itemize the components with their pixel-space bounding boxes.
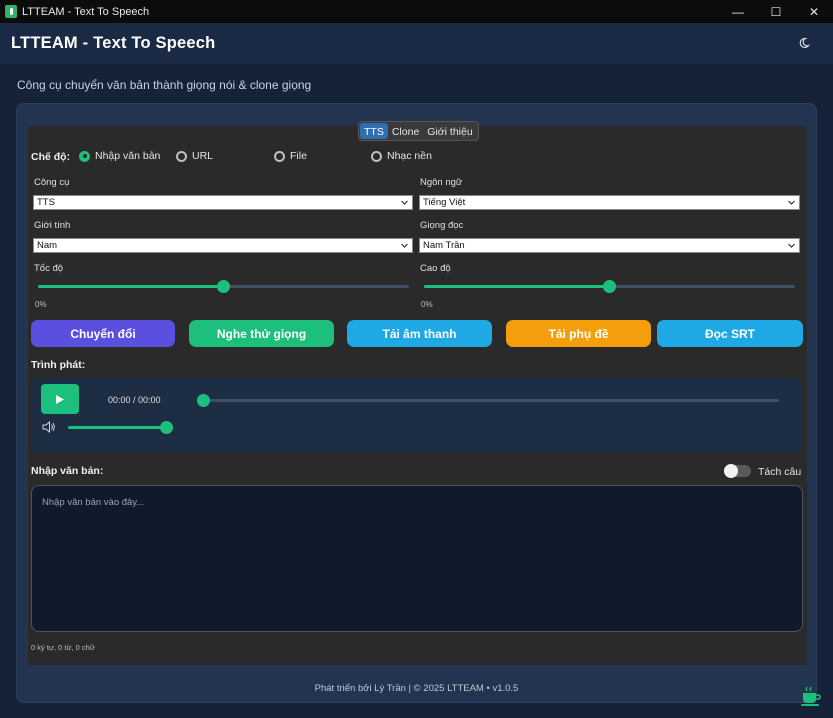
slider-thumb[interactable] xyxy=(603,280,616,293)
download-audio-button[interactable]: Tải âm thanh xyxy=(347,320,492,347)
mode-selector: Chế độ: Nhập văn bản URL File Nhạc nền xyxy=(31,150,791,164)
play-icon xyxy=(56,394,64,404)
radio-unchecked-icon xyxy=(371,150,382,162)
gender-value: Nam xyxy=(37,240,58,251)
mode-option-label: Nhạc nền xyxy=(387,150,432,162)
footer-credits: Phát triển bởi Lý Trần | © 2025 LTTEAM •… xyxy=(314,683,519,694)
moon-icon[interactable] xyxy=(797,36,811,50)
mode-label: Chế độ: xyxy=(31,151,71,163)
tab-tts[interactable]: TTS xyxy=(360,123,388,139)
app-header: LTTEAM - Text To Speech xyxy=(0,23,833,64)
coffee-cup-icon[interactable] xyxy=(800,685,822,707)
slider-thumb[interactable] xyxy=(160,421,173,434)
mode-radio-music[interactable]: Nhạc nền xyxy=(371,150,432,162)
window-title-bar: LTTEAM - Text To Speech — ☐ ✕ xyxy=(0,0,833,23)
tool-value: TTS xyxy=(37,197,55,208)
voice-select[interactable]: Nam Trần xyxy=(419,238,800,253)
read-srt-button[interactable]: Đọc SRT xyxy=(657,320,803,347)
chevron-down-icon xyxy=(401,243,408,248)
tab-bar: TTS Clone Giới thiệu xyxy=(358,121,479,141)
slider-fill xyxy=(38,285,224,288)
close-button[interactable]: ✕ xyxy=(795,0,833,23)
app-subtitle: Công cụ chuyển văn bản thành giọng nói &… xyxy=(17,78,312,92)
slider-fill xyxy=(424,285,610,288)
speed-label: Tốc độ xyxy=(34,263,64,274)
app-title: LTTEAM - Text To Speech xyxy=(11,34,216,52)
speed-value: 0% xyxy=(35,300,47,309)
speaker-icon[interactable] xyxy=(42,421,56,433)
chevron-down-icon xyxy=(788,200,795,205)
download-subtitle-button[interactable]: Tải phụ đề xyxy=(506,320,651,347)
chevron-down-icon xyxy=(401,200,408,205)
mode-radio-url[interactable]: URL xyxy=(176,150,213,162)
pitch-label: Cao độ xyxy=(420,263,451,274)
toggle-knob xyxy=(724,464,738,478)
slider-thumb[interactable] xyxy=(197,394,210,407)
player-label: Trình phát: xyxy=(31,359,86,371)
window-title: LTTEAM - Text To Speech xyxy=(22,5,150,18)
split-sentences-toggle[interactable] xyxy=(724,464,751,478)
radio-unchecked-icon xyxy=(274,150,285,162)
voice-label: Giọng đọc xyxy=(420,220,464,231)
app-microphone-icon xyxy=(5,5,17,18)
pitch-slider[interactable] xyxy=(424,280,795,293)
pitch-value: 0% xyxy=(421,300,433,309)
minimize-button[interactable]: — xyxy=(719,0,757,23)
radio-unchecked-icon xyxy=(176,150,187,162)
convert-button[interactable]: Chuyển đổi xyxy=(31,320,175,347)
window-controls: — ☐ ✕ xyxy=(719,0,833,23)
audio-player: 00:00 / 00:00 xyxy=(31,378,802,453)
play-button[interactable] xyxy=(41,384,79,414)
mode-option-label: Nhập văn bản xyxy=(95,150,161,162)
tool-select[interactable]: TTS xyxy=(33,195,413,210)
language-label: Ngôn ngữ xyxy=(420,177,463,188)
mode-radio-text[interactable]: Nhập văn bản xyxy=(79,150,160,162)
character-counter: 0 ký tự, 0 từ, 0 chữ xyxy=(31,643,95,652)
tab-clone[interactable]: Clone xyxy=(388,123,423,139)
gender-select[interactable]: Nam xyxy=(33,238,413,253)
slider-fill xyxy=(68,426,167,429)
tool-label: Công cụ xyxy=(34,177,70,188)
slider-thumb[interactable] xyxy=(217,280,230,293)
mode-option-label: URL xyxy=(192,150,214,162)
gender-label: Giới tính xyxy=(34,220,71,231)
split-sentences-label: Tách câu xyxy=(758,466,802,478)
playback-progress-slider[interactable] xyxy=(197,394,779,407)
text-input-placeholder: Nhập văn bản vào đây... xyxy=(42,497,145,508)
speed-slider[interactable] xyxy=(38,280,409,293)
voice-value: Nam Trần xyxy=(423,240,465,251)
mode-option-label: File xyxy=(290,150,307,162)
chevron-down-icon xyxy=(788,243,795,248)
volume-slider[interactable] xyxy=(68,421,173,434)
tab-about[interactable]: Giới thiệu xyxy=(423,123,476,139)
radio-checked-icon xyxy=(79,150,90,162)
language-select[interactable]: Tiếng Việt xyxy=(419,195,800,210)
mode-radio-file[interactable]: File xyxy=(274,150,307,162)
player-time: 00:00 / 00:00 xyxy=(108,395,161,405)
text-input-label: Nhập văn bản: xyxy=(31,465,104,477)
maximize-button[interactable]: ☐ xyxy=(757,0,795,23)
preview-voice-button[interactable]: Nghe thử giọng xyxy=(189,320,334,347)
slider-track xyxy=(197,399,779,402)
text-input-area[interactable]: Nhập văn bản vào đây... xyxy=(31,485,803,632)
language-value: Tiếng Việt xyxy=(423,197,466,208)
